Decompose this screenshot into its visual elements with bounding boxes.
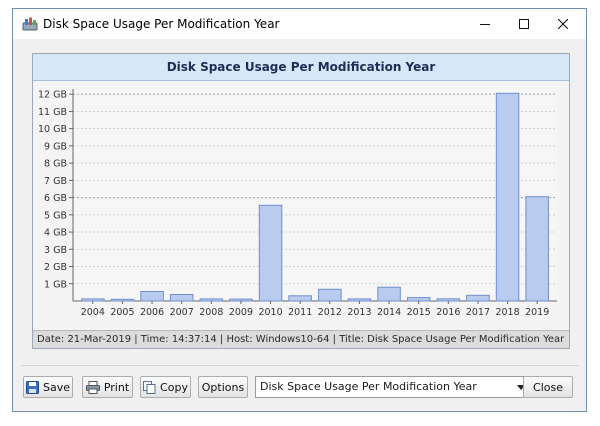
print-label: Print [103, 380, 130, 394]
copy-label: Copy [160, 380, 188, 394]
title-bar[interactable]: Disk Space Usage Per Modification Year [13, 9, 586, 39]
x-tick-label: 2007 [170, 307, 194, 318]
floppy-disk-icon [25, 380, 39, 394]
bar [436, 298, 461, 302]
bar [81, 298, 105, 302]
maximize-button[interactable] [504, 9, 544, 39]
bar [110, 298, 135, 302]
x-tick-label: 2005 [110, 307, 134, 318]
bar [406, 297, 431, 302]
options-label: Options [201, 380, 245, 394]
y-tick-label: 3 GB [44, 245, 67, 256]
status-line: Date: 21-Mar-2019 | Time: 14:37:14 | Hos… [33, 330, 569, 348]
close-button[interactable]: Close [523, 376, 573, 398]
y-tick-label: 5 GB [44, 210, 67, 221]
bar [466, 294, 490, 302]
x-tick-label: 2012 [318, 307, 342, 318]
maximize-icon [519, 19, 529, 29]
bar [318, 288, 342, 302]
copy-button[interactable]: Copy [140, 376, 191, 398]
y-tick-label: 1 GB [44, 279, 67, 290]
y-tick-label: 10 GB [38, 124, 67, 135]
x-tick-label: 2009 [229, 307, 253, 318]
bar [258, 204, 283, 302]
chart-title: Disk Space Usage Per Modification Year [33, 54, 569, 81]
x-tick-label: 2015 [407, 307, 431, 318]
y-tick-label: 4 GB [44, 228, 67, 239]
print-button[interactable]: Print [82, 376, 133, 398]
window-title: Disk Space Usage Per Modification Year [43, 17, 280, 31]
bar [229, 298, 253, 302]
close-window-button[interactable] [543, 9, 583, 39]
x-tick-label: 2018 [495, 307, 519, 318]
copy-icon [143, 380, 156, 394]
x-tick-label: 2011 [288, 307, 312, 318]
x-tick-label: 2004 [81, 307, 105, 318]
bar [377, 286, 401, 302]
y-tick-label: 7 GB [44, 176, 67, 187]
plot-area [73, 89, 557, 301]
bar [288, 295, 312, 302]
toolbar-divider [21, 365, 579, 366]
options-button[interactable]: Options [198, 376, 248, 398]
bar [495, 92, 520, 302]
x-tick-label: 2016 [436, 307, 460, 318]
chart-type-value: Disk Space Usage Per Modification Year [260, 380, 477, 393]
chart-panel: Disk Space Usage Per Modification Year 1… [32, 53, 570, 349]
x-tick-label: 2010 [258, 307, 282, 318]
save-button[interactable]: Save [23, 376, 73, 398]
y-tick-label: 6 GB [44, 193, 67, 204]
minimize-icon [480, 24, 490, 25]
disk-chart-icon [22, 17, 38, 31]
printer-icon [85, 380, 100, 394]
x-tick-label: 2014 [377, 307, 401, 318]
bar-chart: 1 GB 2 GB 3 GB 4 GB 5 GB 6 GB 7 GB 8 GB 9 GB 10 G… [38, 89, 557, 318]
y-tick-label: 9 GB [44, 141, 67, 152]
bar [169, 294, 194, 302]
x-tick-label: 2006 [140, 307, 164, 318]
y-tick-label: 12 GB [38, 90, 67, 101]
y-tick-label: 2 GB [44, 262, 67, 273]
bar [199, 298, 224, 302]
close-label: Close [533, 380, 563, 394]
bar [347, 298, 372, 302]
y-tick-label: 8 GB [44, 159, 67, 170]
x-tick-label: 2017 [466, 307, 490, 318]
minimize-button[interactable] [465, 9, 505, 39]
close-icon [558, 19, 568, 29]
bar [525, 196, 549, 302]
x-tick-label: 2019 [525, 307, 549, 318]
chart-type-select[interactable]: Disk Space Usage Per Modification Year [255, 376, 531, 398]
save-label: Save [42, 380, 70, 394]
bar [140, 291, 164, 302]
report-window: Disk Space Usage Per Modification Year D… [12, 8, 587, 412]
x-tick-label: 2013 [347, 307, 371, 318]
y-tick-label: 11 GB [38, 107, 67, 118]
x-tick-label: 2008 [199, 307, 223, 318]
